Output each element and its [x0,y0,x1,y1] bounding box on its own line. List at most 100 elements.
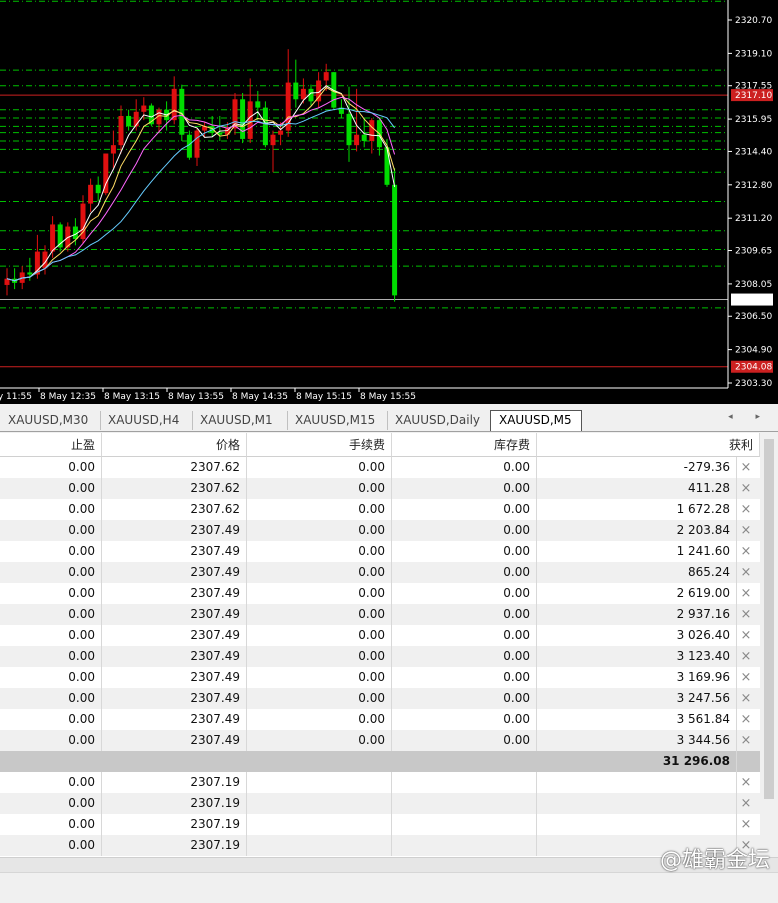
cell-swap: 0.00 [392,457,537,478]
table-row[interactable]: 0.00 2307.49 0.00 0.00 3 561.84 × [0,709,760,730]
cell-tp: 0.00 [0,520,102,541]
cell-commission [247,793,392,814]
tab-xauusd-m30[interactable]: XAUUSD,M30 [0,411,101,430]
red-level-bottom-label: 2304.08 [735,363,772,373]
close-icon[interactable]: × [739,541,753,562]
cell-price: 2307.49 [102,667,247,688]
close-icon[interactable]: × [739,562,753,583]
header-tp[interactable]: 止盈 [0,433,102,457]
order-row[interactable]: 0.00 2307.19 × [0,772,760,793]
cell-swap: 0.00 [392,625,537,646]
table-row[interactable]: 0.00 2307.62 0.00 0.00 -279.36 × [0,457,760,478]
close-icon[interactable]: × [739,688,753,709]
cell-profit: 1 241.60 [537,541,737,562]
vertical-scrollbar[interactable] [760,433,778,857]
table-row[interactable]: 0.00 2307.49 0.00 0.00 865.24 × [0,562,760,583]
table-row[interactable]: 0.00 2307.49 0.00 0.00 3 169.96 × [0,667,760,688]
scrollbar-thumb[interactable] [764,439,774,799]
y-tick-label: 2312.80 [735,181,772,191]
candle-body [171,88,177,121]
cell-tp: 0.00 [0,688,102,709]
table-row[interactable]: 0.00 2307.49 0.00 0.00 3 247.56 × [0,688,760,709]
price-chart[interactable]: 2320.70 2319.10 2317.55 2315.95 2314.40 2312.… [0,0,778,404]
close-icon[interactable]: × [739,499,753,520]
status-bar [0,872,778,903]
candle-body [262,107,268,146]
chart-canvas[interactable]: 2320.702319.102317.552315.952314.402312.… [0,0,778,404]
cell-profit: 3 247.56 [537,688,737,709]
table-row[interactable]: 0.00 2307.49 0.00 0.00 1 241.60 × [0,541,760,562]
cell-commission: 0.00 [247,604,392,625]
tab-xauusd-h4[interactable]: XAUUSD,H4 [100,411,193,430]
y-tick-label: 2311.20 [735,214,772,224]
close-icon[interactable]: × [739,772,753,793]
close-icon[interactable]: × [739,730,753,751]
candle-body [293,82,299,100]
table-row[interactable]: 0.00 2307.49 0.00 0.00 2 937.16 × [0,604,760,625]
cell-swap: 0.00 [392,583,537,604]
x-tick-label: 8 May 12:35 [40,392,96,402]
cell-swap: 0.00 [392,541,537,562]
header-commission[interactable]: 手续费 [247,433,392,457]
candle-body [95,184,101,194]
cell-commission: 0.00 [247,562,392,583]
y-tick-label: 2308.05 [735,280,772,290]
order-row[interactable]: 0.00 2307.19 × [0,835,760,856]
close-icon[interactable]: × [739,457,753,478]
order-row[interactable]: 0.00 2307.19 × [0,814,760,835]
candle-body [194,130,200,158]
trade-table: 止盈 价格 手续费 库存费 获利 0.00 2307.62 0.00 0.00 -279… [0,433,760,857]
cell-profit [537,793,737,814]
cell-tp: 0.00 [0,667,102,688]
tab-xauusd-m1[interactable]: XAUUSD,M1 [192,411,288,430]
close-icon[interactable]: × [739,583,753,604]
header-swap[interactable]: 库存费 [392,433,537,457]
cell-profit: -279.36 [537,457,737,478]
cell-price: 2307.62 [102,457,247,478]
table-row[interactable]: 0.00 2307.49 0.00 0.00 2 619.00 × [0,583,760,604]
table-row[interactable]: 0.00 2307.49 0.00 0.00 3 344.56 × [0,730,760,751]
cell-price: 2307.49 [102,709,247,730]
tab-xauusd-daily[interactable]: XAUUSD,Daily [387,411,491,430]
close-icon[interactable]: × [739,520,753,541]
cell-tp: 0.00 [0,646,102,667]
header-profit[interactable]: 获利 [537,433,760,457]
cell-profit: 2 619.00 [537,583,737,604]
table-row[interactable]: 0.00 2307.49 0.00 0.00 2 203.84 × [0,520,760,541]
candle-body [141,105,147,112]
close-icon[interactable]: × [739,646,753,667]
table-row[interactable]: 0.00 2307.49 0.00 0.00 3 026.40 × [0,625,760,646]
close-icon[interactable]: × [739,793,753,814]
table-row[interactable]: 0.00 2307.62 0.00 0.00 1 672.28 × [0,499,760,520]
header-price[interactable]: 价格 [102,433,247,457]
table-row[interactable]: 0.00 2307.62 0.00 0.00 411.28 × [0,478,760,499]
order-row[interactable]: 0.00 2307.19 × [0,793,760,814]
close-icon[interactable]: × [739,667,753,688]
tab-xauusd-m15[interactable]: XAUUSD,M15 [287,411,388,430]
x-tick-label: 8 May 15:15 [296,392,352,402]
cell-price: 2307.49 [102,520,247,541]
y-tick-label: 2315.95 [735,115,772,125]
close-icon[interactable]: × [739,604,753,625]
tab-scroll-arrows-icon[interactable]: ◂ ▸ [728,412,770,422]
x-tick-label: 8 May 15:55 [360,392,416,402]
candle-body [110,145,116,154]
tab-xauusd-m5[interactable]: XAUUSD,M5 [490,410,582,431]
cell-tp: 0.00 [0,604,102,625]
cell-swap [392,772,537,793]
cell-commission: 0.00 [247,520,392,541]
cell-tp: 0.00 [0,625,102,646]
cell-profit: 2 937.16 [537,604,737,625]
cell-price: 2307.49 [102,562,247,583]
y-tick-label: 2303.30 [735,379,772,389]
close-icon[interactable]: × [739,709,753,730]
cell-swap: 0.00 [392,604,537,625]
total-row[interactable]: 31 296.08 [0,751,760,772]
cell-price: 2307.19 [102,814,247,835]
close-icon[interactable]: × [739,625,753,646]
close-icon[interactable]: × [739,814,753,835]
cell-commission: 0.00 [247,583,392,604]
table-row[interactable]: 0.00 2307.49 0.00 0.00 3 123.40 × [0,646,760,667]
cell-tp: 0.00 [0,562,102,583]
close-icon[interactable]: × [739,478,753,499]
